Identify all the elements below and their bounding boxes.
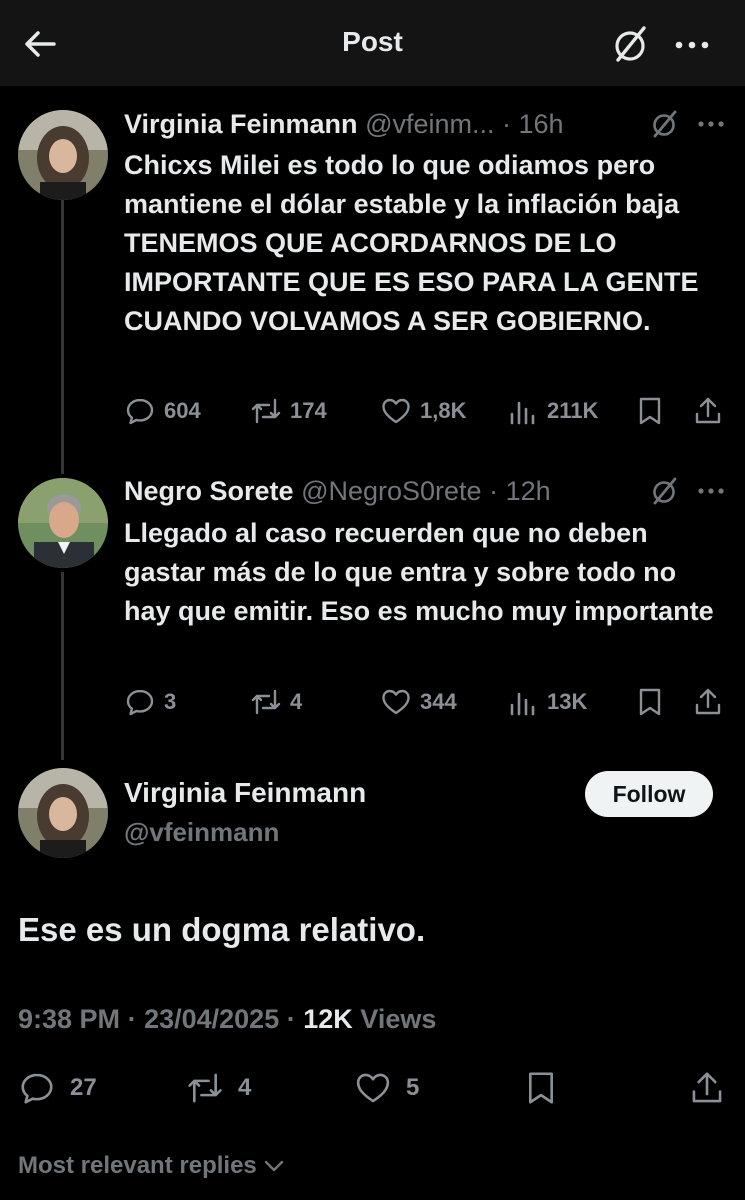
reply-button[interactable]: 604 — [124, 393, 201, 429]
author-handle[interactable]: @vfeinmann — [124, 817, 279, 848]
more-options-icon[interactable] — [694, 107, 728, 141]
repost-icon — [250, 395, 282, 427]
post-header: Virginia Feinmann @vfeinm... · 16h — [124, 107, 564, 141]
views-button[interactable]: 211K — [507, 393, 598, 429]
avatar[interactable] — [18, 110, 108, 200]
grok-icon[interactable] — [648, 474, 682, 508]
share-button[interactable] — [692, 684, 732, 720]
post-header: Negro Sorete @NegroS0rete · 12h — [124, 474, 551, 508]
author-name[interactable]: Virginia Feinmann — [124, 777, 366, 809]
reply-button[interactable]: 27 — [18, 1066, 97, 1110]
author-name[interactable]: Virginia Feinmann — [124, 109, 358, 139]
thread-connector — [61, 572, 64, 760]
author-name[interactable]: Negro Sorete — [124, 476, 294, 506]
repost-count: 4 — [238, 1074, 252, 1101]
replies-sort-dropdown[interactable]: Most relevant replies — [18, 1152, 287, 1180]
reply-icon — [124, 686, 156, 718]
reply-icon — [124, 395, 156, 427]
more-options-icon[interactable] — [694, 474, 728, 508]
repost-button[interactable]: 174 — [250, 393, 327, 429]
repost-icon — [186, 1069, 224, 1107]
top-bar: Post — [0, 0, 745, 86]
post-time[interactable]: 9:38 PM — [18, 1004, 120, 1034]
heart-icon — [380, 395, 412, 427]
reply-button[interactable]: 3 — [124, 684, 176, 720]
like-count: 5 — [406, 1074, 420, 1101]
bookmark-icon — [634, 686, 666, 718]
bookmark-button[interactable] — [522, 1066, 574, 1110]
share-icon — [692, 395, 724, 427]
replies-sort-label: Most relevant replies — [18, 1152, 257, 1179]
post-actions: 604 174 1,8K 211K — [124, 393, 724, 429]
repost-icon — [250, 686, 282, 718]
view-count: 211K — [547, 398, 599, 423]
bookmark-icon — [634, 395, 666, 427]
share-button[interactable] — [692, 393, 732, 429]
analytics-icon — [507, 395, 539, 427]
bookmark-button[interactable] — [634, 393, 674, 429]
views-label: Views — [360, 1004, 437, 1034]
share-button[interactable] — [688, 1066, 740, 1110]
post-text: Llegado al caso recuerden que no deben g… — [124, 518, 714, 626]
chevron-down-icon — [261, 1153, 287, 1179]
like-button[interactable]: 5 — [354, 1066, 419, 1110]
analytics-icon — [507, 686, 539, 718]
repost-button[interactable]: 4 — [250, 684, 302, 720]
bookmark-button[interactable] — [634, 684, 674, 720]
post-actions: 3 4 344 13K — [124, 684, 724, 720]
like-button[interactable]: 344 — [380, 684, 457, 720]
like-count: 344 — [420, 689, 457, 714]
separator-dot: · — [286, 1004, 296, 1034]
share-icon — [688, 1069, 726, 1107]
reply-count: 604 — [164, 398, 201, 423]
like-button[interactable]: 1,8K — [380, 393, 466, 429]
follow-button[interactable]: Follow — [585, 771, 713, 817]
post-actions: 27 4 5 — [18, 1066, 728, 1110]
heart-icon — [380, 686, 412, 718]
reply-icon — [18, 1069, 56, 1107]
heart-icon — [354, 1069, 392, 1107]
grok-icon[interactable] — [648, 107, 682, 141]
views-button[interactable]: 13K — [507, 684, 587, 720]
avatar[interactable] — [18, 478, 108, 568]
post-text: Ese es un dogma relativo. — [18, 911, 426, 948]
like-count: 1,8K — [420, 398, 467, 423]
grok-icon[interactable] — [608, 22, 654, 68]
view-count[interactable]: 12K — [303, 1004, 353, 1034]
post-time[interactable]: 16h — [519, 109, 564, 139]
repost-count: 4 — [290, 689, 303, 714]
repost-button[interactable]: 4 — [186, 1066, 251, 1110]
post-date[interactable]: 23/04/2025 — [144, 1004, 279, 1034]
repost-count: 174 — [290, 398, 327, 423]
more-options-icon[interactable] — [672, 30, 712, 60]
view-count: 13K — [547, 689, 588, 714]
bookmark-icon — [522, 1069, 560, 1107]
post-time[interactable]: 12h — [506, 476, 551, 506]
author-handle[interactable]: @vfeinm... — [365, 109, 494, 139]
post-text: Chicxs Milei es todo lo que odiamos pero… — [124, 150, 699, 336]
thread-connector — [61, 200, 64, 474]
avatar[interactable] — [18, 768, 108, 858]
author-handle[interactable]: @NegroS0rete — [301, 476, 482, 506]
reply-count: 3 — [164, 689, 177, 714]
post-timestamp: 9:38 PM · 23/04/2025 · 12K Views — [18, 1004, 436, 1035]
reply-count: 27 — [70, 1074, 97, 1101]
share-icon — [692, 686, 724, 718]
separator-dot: · — [127, 1004, 137, 1034]
separator-dot: · — [481, 476, 506, 506]
separator-dot: · — [494, 109, 519, 139]
